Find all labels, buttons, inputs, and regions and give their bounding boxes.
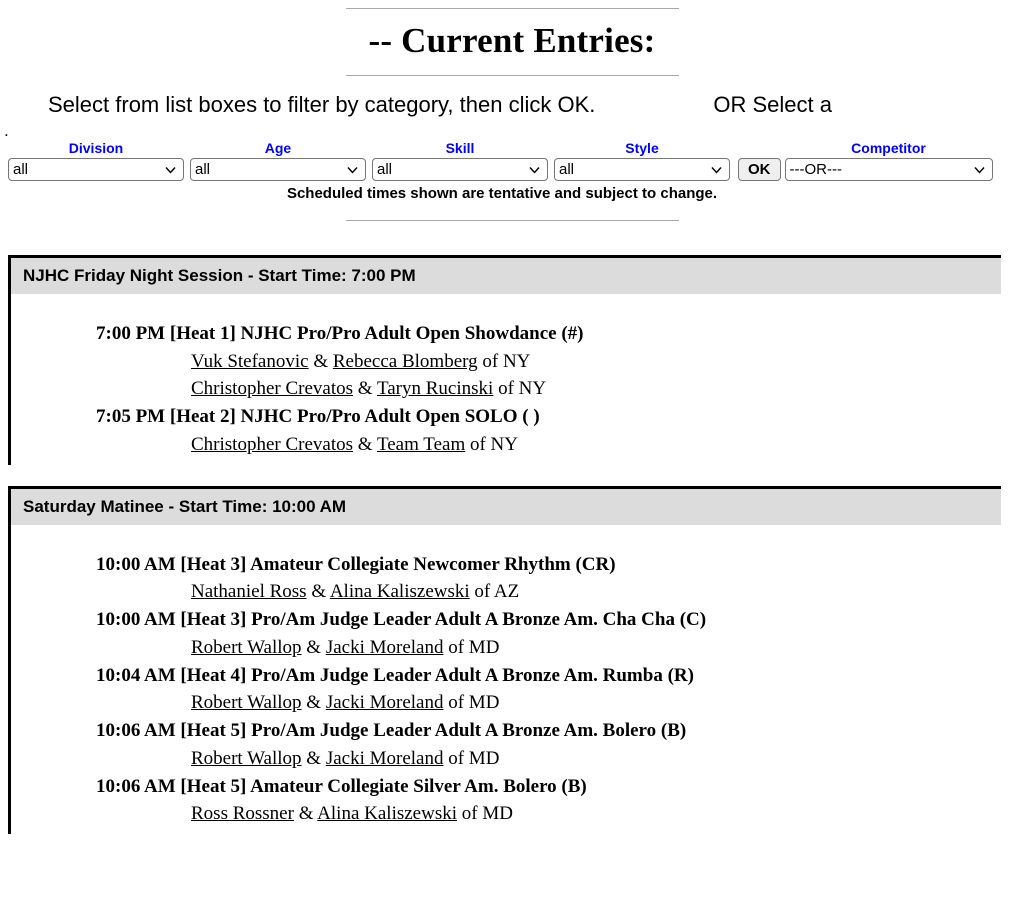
filter-label-age: Age xyxy=(264,140,292,156)
follower-link[interactable]: Rebecca Blomberg xyxy=(333,351,478,372)
ampersand: & xyxy=(306,747,322,769)
style-select-wrap: all xyxy=(554,158,730,181)
ampersand: & xyxy=(306,636,322,658)
heat-title: 10:06 AM [Heat 5] Pro/Am Judge Leader Ad… xyxy=(96,720,687,742)
follower-link[interactable]: Team Team xyxy=(377,434,465,455)
competitor-select-wrap: ---OR--- xyxy=(784,158,993,181)
tentative-times-note: Scheduled times shown are tentative and … xyxy=(286,185,718,202)
ampersand: & xyxy=(357,378,373,400)
leader-link[interactable]: Ross Rossner xyxy=(191,803,294,824)
competitor-select[interactable]: ---OR--- xyxy=(784,158,993,181)
follower-link[interactable]: Alina Kaliszewski xyxy=(317,803,457,824)
follower-link[interactable]: Jacki Moreland xyxy=(326,748,444,769)
location: of MD xyxy=(461,803,513,825)
ok-button[interactable]: OK xyxy=(738,158,781,181)
filter-label-competitor: Competitor xyxy=(851,140,926,156)
heat-title: 7:05 PM [Heat 2] NJHC Pro/Pro Adult Open… xyxy=(96,406,540,428)
ampersand: & xyxy=(357,433,373,455)
location: of MD xyxy=(448,747,500,769)
leader-link[interactable]: Nathaniel Ross xyxy=(191,581,307,602)
ampersand: & xyxy=(311,581,327,603)
follower-link[interactable]: Taryn Rucinski xyxy=(377,378,493,399)
age-select[interactable]: all xyxy=(190,158,366,181)
session-block: Saturday Matinee - Start Time: 10:00 AM … xyxy=(8,485,1001,835)
entries-page: -- Current Entries: Select from list box… xyxy=(0,8,1024,902)
ampersand: & xyxy=(306,692,322,714)
location: of NY xyxy=(482,350,531,372)
heat-title: 7:00 PM [Heat 1] NJHC Pro/Pro Adult Open… xyxy=(96,323,584,344)
heat-title: 10:00 AM [Heat 3] Amateur Collegiate New… xyxy=(96,553,616,575)
leader-link[interactable]: Robert Wallop xyxy=(191,692,302,713)
filter-label-division: Division xyxy=(68,140,124,156)
filter-group-division: Division all xyxy=(8,140,184,181)
age-select-wrap: all xyxy=(190,158,366,181)
division-select-wrap: all xyxy=(8,158,184,181)
couple-row: Christopher Crevatos & Taryn Rucinski of… xyxy=(11,375,1001,403)
session-block: NJHC Friday Night Session - Start Time: … xyxy=(8,255,1001,465)
couple-row: Ross Rossner & Alina Kaliszewski of MD xyxy=(11,800,1001,828)
skill-select[interactable]: all xyxy=(372,158,548,181)
couple-row: Vuk Stefanovic & Rebecca Blomberg of NY xyxy=(11,348,1001,376)
heat-title: 10:06 AM [Heat 5] Amateur Collegiate Sil… xyxy=(96,775,587,797)
filter-bar: Division all Age all Skill all Style all… xyxy=(0,140,1024,181)
style-select[interactable]: all xyxy=(554,158,730,181)
filter-label-skill: Skill xyxy=(445,140,475,156)
filter-group-skill: Skill all xyxy=(372,140,548,181)
follower-link[interactable]: Jacki Moreland xyxy=(326,637,444,658)
instructions-row: Select from list boxes to filter by cate… xyxy=(0,92,1024,118)
heat-title: 10:04 AM [Heat 4] Pro/Am Judge Leader Ad… xyxy=(96,664,694,686)
leader-link[interactable]: Christopher Crevatos xyxy=(191,378,353,399)
location: of MD xyxy=(448,636,500,658)
divider-under-title xyxy=(345,75,679,76)
couple-row: Christopher Crevatos & Team Team of NY xyxy=(11,431,1001,459)
couple-row: Robert Wallop & Jacki Moreland of MD xyxy=(11,745,1001,773)
filter-group-competitor: Competitor ---OR--- xyxy=(784,140,993,181)
divider-below-note xyxy=(345,220,679,221)
session-header: NJHC Friday Night Session - Start Time: … xyxy=(11,258,1001,294)
division-select[interactable]: all xyxy=(8,158,184,181)
filter-group-age: Age all xyxy=(190,140,366,181)
leader-link[interactable]: Vuk Stefanovic xyxy=(191,351,309,372)
couple-row: Robert Wallop & Jacki Moreland of MD xyxy=(11,689,1001,717)
stray-period: . xyxy=(4,121,9,140)
page-title: -- Current Entries: xyxy=(368,21,656,60)
or-select-label: OR Select a xyxy=(713,92,832,117)
ampersand: & xyxy=(298,803,314,825)
location: of MD xyxy=(448,692,500,714)
session-body: 10:00 AM [Heat 3] Amateur Collegiate New… xyxy=(11,525,1001,834)
location: of AZ xyxy=(474,581,520,603)
session-header: Saturday Matinee - Start Time: 10:00 AM xyxy=(11,488,1001,525)
divider-top xyxy=(345,8,679,9)
ampersand: & xyxy=(313,350,329,372)
skill-select-wrap: all xyxy=(372,158,548,181)
session-body: 7:00 PM [Heat 1] NJHC Pro/Pro Adult Open… xyxy=(11,294,1001,465)
leader-link[interactable]: Christopher Crevatos xyxy=(191,434,353,455)
location: of NY xyxy=(469,433,519,455)
leader-link[interactable]: Robert Wallop xyxy=(191,637,302,658)
follower-link[interactable]: Jacki Moreland xyxy=(326,692,444,713)
leader-link[interactable]: Robert Wallop xyxy=(191,748,302,769)
couple-row: Nathaniel Ross & Alina Kaliszewski of AZ xyxy=(11,578,1001,606)
location: of NY xyxy=(498,378,547,400)
filter-group-style: Style all xyxy=(554,140,730,181)
follower-link[interactable]: Alina Kaliszewski xyxy=(330,581,470,602)
heat-title: 10:00 AM [Heat 3] Pro/Am Judge Leader Ad… xyxy=(96,609,707,631)
filter-instructions: Select from list boxes to filter by cate… xyxy=(48,92,596,117)
filter-label-style: Style xyxy=(625,140,659,156)
couple-row: Robert Wallop & Jacki Moreland of MD xyxy=(11,634,1001,662)
